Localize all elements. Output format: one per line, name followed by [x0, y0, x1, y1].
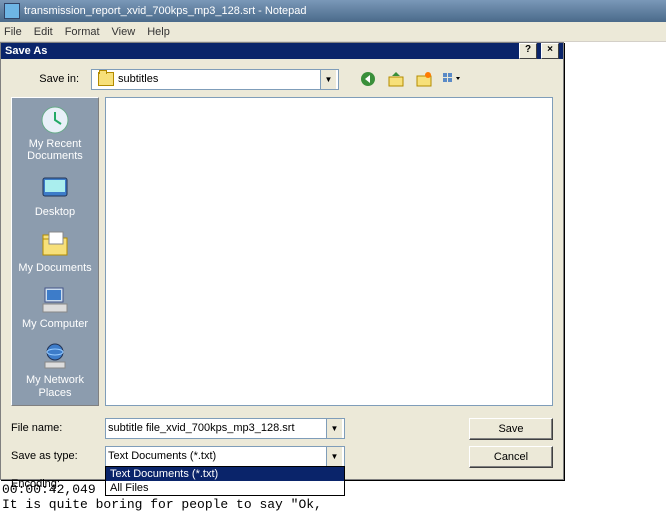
dialog-titlebar: Save As ? × [1, 43, 563, 59]
menu-edit[interactable]: Edit [34, 26, 53, 38]
save-as-type-label: Save as type: [11, 446, 97, 462]
save-in-combo[interactable]: subtitles ▼ [91, 69, 339, 90]
place-mydocuments[interactable]: My Documents [18, 228, 91, 274]
save-as-dialog: Save As ? × Save in: subtitles ▼ [0, 42, 564, 480]
desktop-icon [39, 172, 71, 204]
place-network[interactable]: My Network Places [14, 340, 96, 398]
save-as-type-dropdown: Text Documents (*.txt) All Files [105, 466, 345, 496]
window-titlebar: transmission_report_xvid_700kps_mp3_128.… [0, 0, 666, 22]
my-computer-icon [39, 284, 71, 316]
window-title: transmission_report_xvid_700kps_mp3_128.… [24, 5, 307, 17]
help-button[interactable]: ? [519, 43, 537, 59]
menubar: File Edit Format View Help [0, 22, 666, 42]
folder-icon [98, 72, 114, 86]
network-places-icon [39, 340, 71, 372]
nav-icons [357, 68, 463, 90]
save-in-value: subtitles [118, 73, 320, 85]
place-desktop[interactable]: Desktop [35, 172, 75, 218]
menu-view[interactable]: View [112, 26, 136, 38]
place-mycomputer[interactable]: My Computer [22, 284, 88, 330]
notepad-icon [4, 3, 20, 19]
save-in-row: Save in: subtitles ▼ [11, 67, 553, 91]
new-folder-icon[interactable] [413, 68, 435, 90]
save-as-option[interactable]: Text Documents (*.txt) [106, 467, 344, 481]
menu-format[interactable]: Format [65, 26, 100, 38]
encoding-label: Encoding: [11, 474, 97, 490]
dialog-title: Save As [5, 45, 47, 57]
save-button[interactable]: Save [469, 418, 553, 440]
save-in-label: Save in: [11, 73, 83, 85]
chevron-down-icon[interactable]: ▼ [326, 447, 342, 466]
menu-help[interactable]: Help [147, 26, 170, 38]
save-as-option[interactable]: All Files [106, 481, 344, 495]
my-documents-icon [39, 228, 71, 260]
view-menu-icon[interactable] [441, 68, 463, 90]
filename-value: subtitle file_xvid_700kps_mp3_128.srt [108, 422, 326, 434]
places-bar: My Recent Documents Desktop My Documents [11, 97, 99, 406]
cancel-button[interactable]: Cancel [469, 446, 553, 468]
save-as-type-value: Text Documents (*.txt) [108, 450, 326, 462]
menu-file[interactable]: File [4, 26, 22, 38]
up-one-level-icon[interactable] [385, 68, 407, 90]
chevron-down-icon[interactable]: ▼ [326, 419, 342, 438]
filename-label: File name: [11, 418, 97, 434]
filename-combo[interactable]: subtitle file_xvid_700kps_mp3_128.srt ▼ [105, 418, 345, 439]
place-recent[interactable]: My Recent Documents [14, 104, 96, 162]
back-icon[interactable] [357, 68, 379, 90]
chevron-down-icon[interactable]: ▼ [320, 70, 336, 89]
close-button[interactable]: × [541, 43, 559, 59]
file-listing[interactable] [105, 97, 553, 406]
recent-documents-icon [39, 104, 71, 136]
save-as-type-combo[interactable]: Text Documents (*.txt) ▼ [105, 446, 345, 467]
